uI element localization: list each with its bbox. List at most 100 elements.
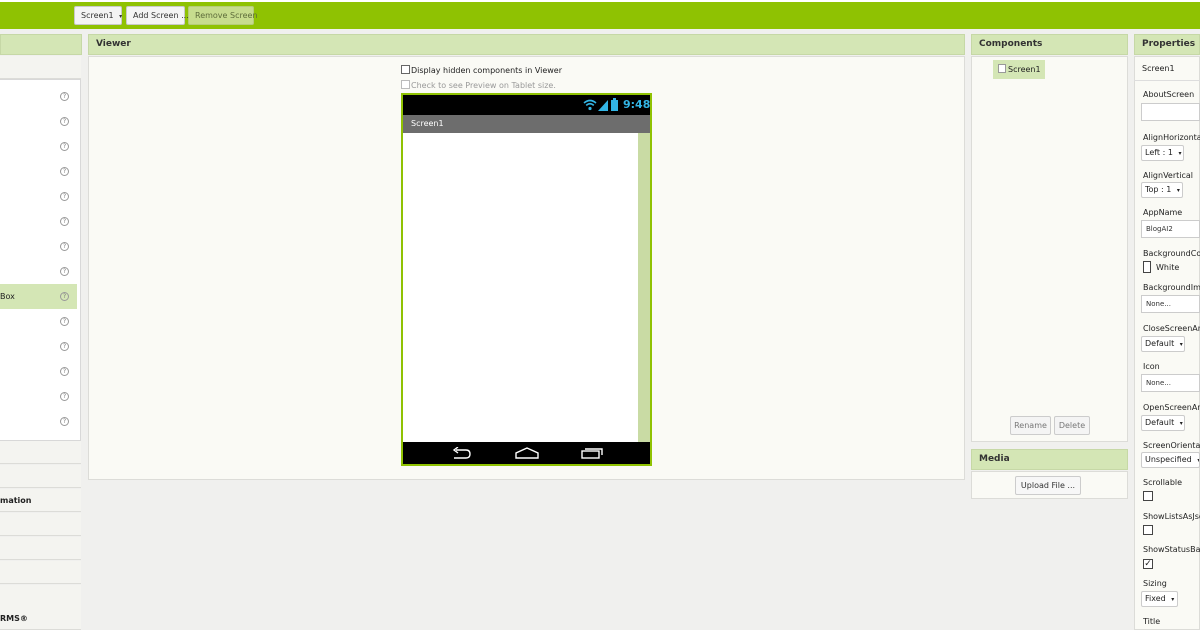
palette-item[interactable]: ? <box>0 184 77 209</box>
palette-header <box>0 34 82 55</box>
help-icon[interactable]: ? <box>60 167 69 176</box>
background-color-picker[interactable]: White <box>1143 261 1179 273</box>
help-icon[interactable]: ? <box>60 317 69 326</box>
palette-category-lego[interactable]: RMS® <box>0 607 81 630</box>
palette-item-selected[interactable]: Box ? <box>0 284 77 309</box>
upload-file-button[interactable]: Upload File ... <box>1015 476 1081 495</box>
prop-label-closescreenanimation: CloseScreenAnimation <box>1143 324 1200 333</box>
help-icon[interactable]: ? <box>60 92 69 101</box>
palette-item[interactable]: ? <box>0 334 77 359</box>
prop-label-showstatusbar: ShowStatusBar <box>1143 545 1200 554</box>
component-tree-item-screen1[interactable]: Screen1 <box>993 60 1045 79</box>
help-icon[interactable]: ? <box>60 217 69 226</box>
align-vertical-dropdown[interactable]: Top : 1 ▾ <box>1141 182 1183 198</box>
chevron-down-icon: ▾ <box>1179 341 1183 348</box>
help-icon[interactable]: ? <box>60 342 69 351</box>
chevron-down-icon: ▾ <box>1178 150 1182 157</box>
palette-item[interactable]: ? <box>0 359 77 384</box>
open-screen-animation-value: Default <box>1145 418 1175 427</box>
scrollable-checkbox[interactable] <box>1143 491 1153 501</box>
sizing-dropdown[interactable]: Fixed ▾ <box>1141 591 1178 607</box>
palette-category[interactable] <box>0 441 81 464</box>
help-icon[interactable]: ? <box>60 367 69 376</box>
background-image-picker[interactable]: None... <box>1141 295 1200 313</box>
checkbox-icon <box>998 64 1006 73</box>
palette-item[interactable]: ? <box>0 234 77 259</box>
phone-scrollbar[interactable] <box>638 133 650 444</box>
recent-apps-icon[interactable] <box>581 447 603 459</box>
help-icon[interactable]: ? <box>60 267 69 276</box>
palette-item[interactable]: ? <box>0 384 77 409</box>
help-icon[interactable]: ? <box>60 117 69 126</box>
media-header: Media <box>971 449 1128 470</box>
palette-category-animation[interactable]: mation <box>0 489 81 512</box>
palette-item[interactable]: ? <box>0 309 77 334</box>
phone-status-bar: 9:48 <box>403 95 650 115</box>
palette-category[interactable] <box>0 513 81 536</box>
home-icon[interactable] <box>515 447 539 459</box>
help-icon[interactable]: ? <box>60 242 69 251</box>
show-status-bar-checkbox[interactable]: ✓ <box>1143 559 1153 569</box>
help-icon[interactable]: ? <box>60 192 69 201</box>
chevron-down-icon: ▾ <box>1179 420 1183 427</box>
tablet-preview-row: Check to see Preview on Tablet size. <box>401 80 556 90</box>
palette-item-label: Box <box>0 292 15 301</box>
prop-label-alignvertical: AlignVertical <box>1143 171 1194 180</box>
hidden-components-checkbox[interactable] <box>401 65 410 74</box>
palette-item[interactable]: ? <box>0 259 77 284</box>
close-screen-animation-dropdown[interactable]: Default ▾ <box>1141 336 1185 352</box>
help-icon[interactable]: ? <box>60 292 69 301</box>
show-lists-as-json-checkbox[interactable] <box>1143 525 1153 535</box>
remove-screen-button[interactable]: Remove Screen <box>188 6 258 25</box>
palette-category[interactable] <box>0 465 81 488</box>
sizing-value: Fixed <box>1145 594 1166 603</box>
components-header: Components <box>971 34 1128 55</box>
help-icon[interactable]: ? <box>60 417 69 426</box>
add-screen-button[interactable]: Add Screen ... <box>126 6 189 25</box>
palette-category[interactable] <box>0 537 81 560</box>
prop-label-openscreenanimation: OpenScreenAnimation <box>1143 403 1200 412</box>
palette-item[interactable]: ? <box>0 134 77 159</box>
prop-label-scrollable: Scrollable <box>1143 478 1183 487</box>
properties-divider <box>1134 80 1200 81</box>
help-icon[interactable]: ? <box>60 142 69 151</box>
screen-select-dropdown[interactable]: Screen1 ▾ <box>74 6 122 25</box>
prop-label-title: Title <box>1143 617 1161 626</box>
rename-button[interactable]: Rename <box>1010 416 1051 435</box>
phone-title-bar: Screen1 <box>403 115 650 133</box>
align-horizontal-dropdown[interactable]: Left : 1 ▾ <box>1141 145 1184 161</box>
tablet-preview-label: Check to see Preview on Tablet size. <box>411 81 556 90</box>
chevron-down-icon: ▾ <box>119 13 123 20</box>
prop-label-showlistsasjson: ShowListsAsJson <box>1143 512 1200 521</box>
palette-item[interactable]: ? <box>0 109 77 134</box>
delete-button[interactable]: Delete <box>1054 416 1090 435</box>
palette-category[interactable] <box>0 561 81 584</box>
prop-label-backgroundcolor: BackgroundColor <box>1143 249 1200 258</box>
align-vertical-value: Top : 1 <box>1145 185 1172 194</box>
open-screen-animation-dropdown[interactable]: Default ▾ <box>1141 415 1185 431</box>
back-icon[interactable] <box>451 447 473 459</box>
prop-label-alignhorizontal: AlignHorizontal <box>1143 133 1200 142</box>
background-color-value: White <box>1156 263 1180 272</box>
palette-item[interactable]: ? <box>0 209 77 234</box>
component-tree-label: Screen1 <box>1008 65 1041 74</box>
help-icon[interactable]: ? <box>60 392 69 401</box>
palette-item[interactable]: ? <box>0 409 77 434</box>
prop-label-icon: Icon <box>1143 362 1160 371</box>
palette-item[interactable]: ? <box>0 84 77 109</box>
battery-icon <box>611 98 618 111</box>
chevron-down-icon: ▾ <box>1176 187 1180 194</box>
tablet-preview-checkbox[interactable] <box>401 80 410 89</box>
palette-category[interactable] <box>0 585 81 608</box>
screen-orientation-dropdown[interactable]: Unspecified ▾ <box>1141 452 1200 468</box>
palette-item[interactable]: ? <box>0 159 77 184</box>
hidden-components-label: Display hidden components in Viewer <box>411 66 563 75</box>
prop-label-screenorientation: ScreenOrientation <box>1143 441 1200 450</box>
screen-orientation-value: Unspecified <box>1145 455 1192 464</box>
properties-header: Properties <box>1134 34 1200 55</box>
icon-picker[interactable]: None... <box>1141 374 1200 392</box>
palette-search-row <box>0 56 81 79</box>
about-screen-input[interactable] <box>1141 103 1200 121</box>
app-name-input[interactable]: BlogAI2 <box>1141 220 1200 238</box>
signal-icon <box>598 100 608 111</box>
